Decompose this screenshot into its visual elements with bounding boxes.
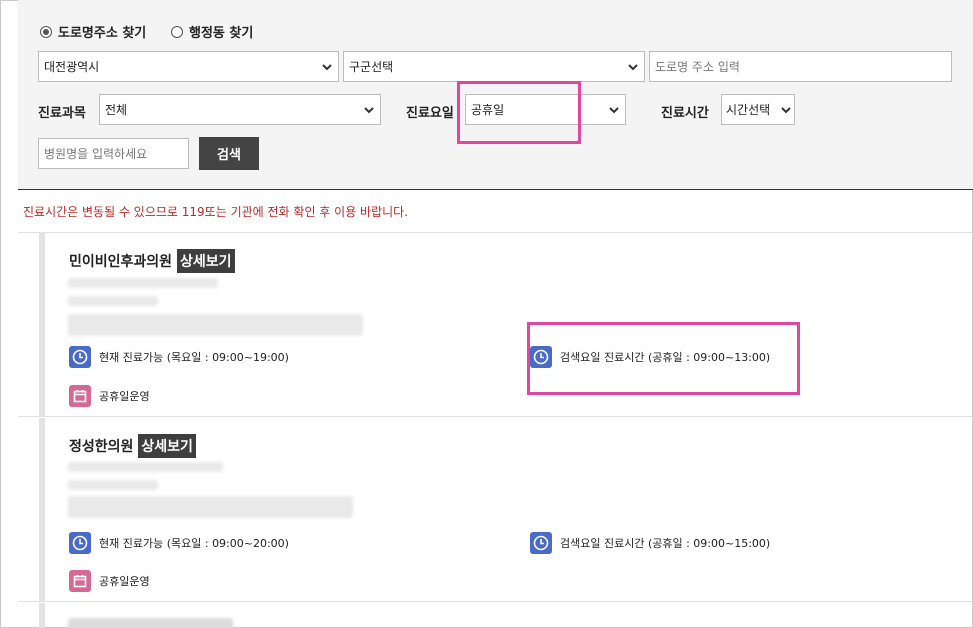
dept-select[interactable]: 전체	[99, 94, 381, 125]
chevron-down-icon	[781, 107, 791, 114]
chevron-down-icon	[609, 107, 619, 114]
district-select[interactable]: 구군선택	[343, 51, 645, 82]
searched-hours-text: 검색요일 진료시간 (공휴일 : 09:00~15:00)	[560, 537, 771, 550]
time-select-value: 시간선택	[726, 103, 771, 117]
road-address-input[interactable]: 도로명 주소 입력	[649, 51, 952, 82]
result-side-bar	[39, 233, 45, 416]
blurred-hospital-name	[68, 618, 233, 628]
hospital-name: 민이비인후과의원	[69, 254, 173, 270]
radio-dong-label: 행정동 찾기	[189, 26, 254, 41]
hospital-name-input[interactable]: 병원명을 입력하세요	[38, 138, 189, 169]
result-side-bar	[39, 603, 45, 628]
detail-button[interactable]: 상세보기	[138, 434, 196, 458]
chevron-down-icon	[364, 107, 374, 114]
day-label: 진료요일	[406, 106, 454, 121]
holiday-operation: 공휴일운영	[69, 570, 150, 592]
highlight-searched-hours	[527, 322, 800, 395]
highlight-day-select	[457, 81, 581, 144]
current-hours: 현재 진료가능 (목요일 : 09:00~20:00)	[69, 532, 289, 554]
holiday-operation: 공휴일운영	[69, 385, 150, 407]
blurred-phone	[68, 296, 158, 306]
chevron-down-icon	[628, 64, 638, 71]
radio-road-label: 도로명주소 찾기	[58, 26, 147, 41]
current-hours: 현재 진료가능 (목요일 : 09:00~19:00)	[69, 346, 289, 368]
calendar-icon	[69, 570, 91, 592]
time-select[interactable]: 시간선택	[721, 94, 795, 125]
searched-hours: 검색요일 진료시간 (공휴일 : 09:00~15:00)	[530, 532, 770, 554]
chevron-down-icon	[322, 64, 332, 71]
search-button[interactable]: 검색	[199, 137, 259, 170]
result-side-bar	[39, 418, 45, 601]
road-address-placeholder: 도로명 주소 입력	[655, 60, 740, 74]
clock-icon	[69, 346, 91, 368]
hospital-name-placeholder: 병원명을 입력하세요	[44, 147, 148, 161]
radio-off-icon	[171, 25, 183, 38]
holiday-text: 공휴일운영	[99, 390, 150, 403]
dept-select-value: 전체	[105, 103, 128, 117]
city-select-value: 대전광역시	[44, 60, 100, 74]
result-name: 민이비인후과의원 상세보기	[69, 249, 235, 273]
detail-button[interactable]: 상세보기	[177, 249, 235, 273]
dept-label: 진료과목	[38, 106, 86, 121]
clock-icon	[69, 532, 91, 554]
current-hours-text: 현재 진료가능 (목요일 : 09:00~19:00)	[99, 351, 289, 364]
radio-road-address[interactable]: 도로명주소 찾기	[40, 22, 146, 41]
hospital-name: 정성한의원	[69, 439, 134, 455]
district-select-value: 구군선택	[349, 60, 394, 74]
blurred-info	[68, 314, 363, 336]
notice-text: 진료시간은 변동될 수 있으므로 119또는 기관에 전화 확인 후 이용 바랍…	[23, 205, 409, 219]
radio-admin-dong[interactable]: 행정동 찾기	[171, 22, 253, 41]
clock-icon	[530, 532, 552, 554]
holiday-text: 공휴일운영	[99, 575, 150, 588]
time-label: 진료시간	[661, 106, 709, 121]
blurred-address	[68, 278, 218, 288]
current-hours-text: 현재 진료가능 (목요일 : 09:00~20:00)	[99, 537, 289, 550]
result-name: 정성한의원 상세보기	[69, 434, 196, 458]
blurred-phone	[68, 480, 158, 490]
radio-on-icon	[40, 25, 52, 38]
blurred-address	[68, 462, 223, 472]
calendar-icon	[69, 385, 91, 407]
blurred-info	[68, 496, 353, 518]
city-select[interactable]: 대전광역시	[38, 51, 339, 82]
